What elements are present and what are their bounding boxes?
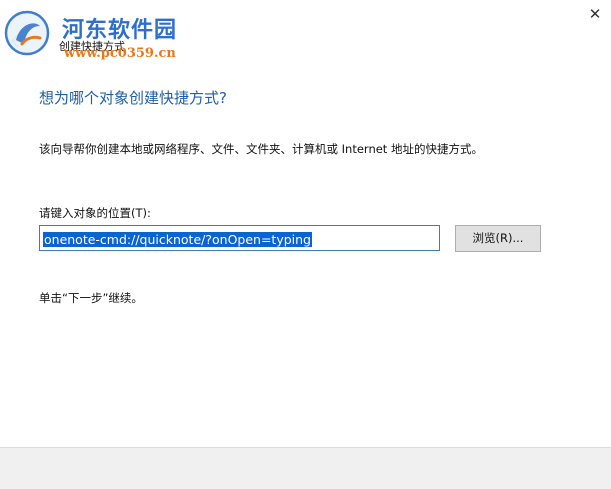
browse-button[interactable]: 浏览(R)... <box>455 225 541 252</box>
window-title: 创建快捷方式 <box>59 40 125 53</box>
wizard-heading: 想为哪个对象创建快捷方式? <box>39 89 227 107</box>
footer-bar <box>0 447 611 489</box>
wizard-description: 该向导帮你创建本地或网络程序、文件、文件夹、计算机或 Internet 地址的快… <box>39 142 483 156</box>
location-input[interactable]: onenote-cmd://quicknote/?onOpen=typing <box>39 225 440 251</box>
location-label: 请键入对象的位置(T): <box>39 206 151 220</box>
continue-hint: 单击“下一步”继续。 <box>39 291 143 305</box>
close-icon: ✕ <box>588 5 602 23</box>
back-arrow-icon[interactable] <box>8 30 30 52</box>
location-input-value: onenote-cmd://quicknote/?onOpen=typing <box>43 232 312 247</box>
create-shortcut-window: ✕ 创建快捷方式 河东软件园 www.pc0359.cn 想为哪个对象创建快捷方… <box>0 0 611 489</box>
close-button[interactable]: ✕ <box>585 5 605 23</box>
